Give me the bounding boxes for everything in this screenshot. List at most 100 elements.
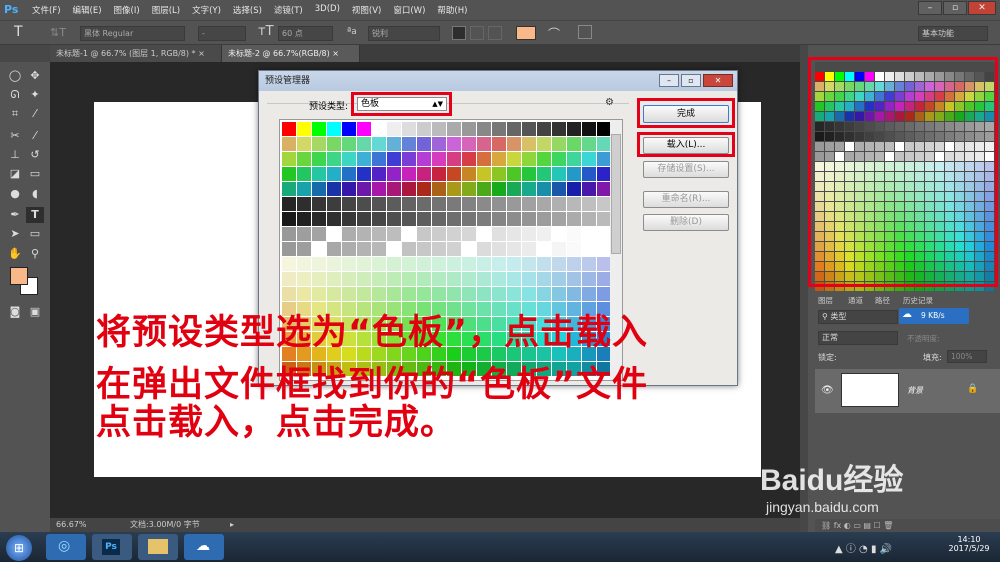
preset-swatch[interactable]: [477, 242, 491, 256]
preset-swatch[interactable]: [327, 122, 341, 136]
preset-swatch[interactable]: [582, 227, 596, 241]
preset-swatch[interactable]: [297, 212, 311, 226]
font-family-select[interactable]: 黑体 Regular: [80, 26, 185, 41]
preset-swatch[interactable]: [552, 227, 566, 241]
preset-swatch[interactable]: [522, 152, 536, 166]
preset-swatch[interactable]: [567, 272, 581, 286]
preset-swatch[interactable]: [327, 137, 341, 151]
preset-swatch[interactable]: [372, 257, 386, 271]
warp-text-icon[interactable]: ⌒: [548, 25, 560, 42]
preset-swatch[interactable]: [312, 137, 326, 151]
preset-swatch[interactable]: [432, 227, 446, 241]
preset-swatch[interactable]: [567, 212, 581, 226]
preset-swatch[interactable]: [447, 257, 461, 271]
preset-swatch[interactable]: [507, 257, 521, 271]
align-left-icon[interactable]: [452, 26, 466, 40]
preset-swatch[interactable]: [387, 122, 401, 136]
preset-swatch[interactable]: [297, 257, 311, 271]
preset-swatch[interactable]: [402, 287, 416, 301]
preset-swatch[interactable]: [327, 152, 341, 166]
preset-swatch[interactable]: [447, 242, 461, 256]
screen-mode-icon[interactable]: ▣: [26, 304, 44, 320]
zoom-level[interactable]: 66.67%: [56, 518, 87, 532]
preset-swatch[interactable]: [357, 152, 371, 166]
character-panel-icon[interactable]: [578, 25, 592, 39]
preset-swatch[interactable]: [582, 287, 596, 301]
dialog-minimize-button[interactable]: –: [659, 74, 679, 87]
tab-document-1[interactable]: 未标题-1 @ 66.7% (图层 1, RGB/8) * ×: [50, 45, 222, 62]
preset-swatch[interactable]: [327, 272, 341, 286]
restore-button[interactable]: ▫: [943, 1, 967, 15]
preset-swatch[interactable]: [552, 167, 566, 181]
preset-swatch[interactable]: [282, 122, 296, 136]
preset-swatch[interactable]: [417, 257, 431, 271]
preset-swatch[interactable]: [522, 137, 536, 151]
preset-swatch[interactable]: [597, 122, 611, 136]
text-tool-icon[interactable]: T: [14, 24, 23, 40]
clock[interactable]: 14:10 2017/5/29: [944, 535, 994, 553]
cloud-taskbar-icon[interactable]: ☁: [184, 534, 224, 560]
preset-swatch[interactable]: [462, 152, 476, 166]
preset-swatch[interactable]: [312, 227, 326, 241]
preset-swatch[interactable]: [297, 152, 311, 166]
dialog-close-button[interactable]: ✕: [703, 74, 733, 87]
preset-swatch[interactable]: [432, 212, 446, 226]
preset-swatch[interactable]: [282, 212, 296, 226]
pen-tool-icon[interactable]: ✒: [6, 207, 24, 223]
preset-swatch[interactable]: [537, 182, 551, 196]
preset-swatch[interactable]: [567, 257, 581, 271]
preset-swatch[interactable]: [312, 257, 326, 271]
layers-tab-0[interactable]: 图层: [818, 295, 833, 307]
preset-swatch[interactable]: [327, 197, 341, 211]
preset-swatch[interactable]: [402, 182, 416, 196]
preset-swatch[interactable]: [387, 227, 401, 241]
fill-input[interactable]: 100%: [947, 350, 987, 363]
preset-swatch[interactable]: [357, 257, 371, 271]
menu-item-8[interactable]: 视图(V): [346, 4, 387, 16]
preset-swatch[interactable]: [372, 122, 386, 136]
preset-swatch[interactable]: [432, 287, 446, 301]
preset-swatch[interactable]: [507, 212, 521, 226]
preset-swatch[interactable]: [417, 287, 431, 301]
preset-swatch[interactable]: [417, 182, 431, 196]
preset-swatch[interactable]: [507, 182, 521, 196]
preset-swatch[interactable]: [492, 152, 506, 166]
preset-swatch[interactable]: [357, 137, 371, 151]
menu-item-2[interactable]: 图像(I): [108, 4, 146, 16]
preset-swatch[interactable]: [462, 227, 476, 241]
preset-swatch[interactable]: [402, 257, 416, 271]
preset-swatch[interactable]: [597, 152, 611, 166]
zoom-tool-icon[interactable]: ⚲: [26, 246, 44, 262]
preset-swatch[interactable]: [477, 212, 491, 226]
preset-swatch[interactable]: [597, 197, 611, 211]
preset-swatch[interactable]: [327, 227, 341, 241]
menu-item-9[interactable]: 窗口(W): [387, 4, 431, 16]
preset-swatch[interactable]: [372, 212, 386, 226]
preset-swatch[interactable]: [357, 212, 371, 226]
preset-swatch[interactable]: [552, 287, 566, 301]
preset-swatch[interactable]: [432, 182, 446, 196]
rename-button[interactable]: 重命名(R)...: [643, 191, 729, 208]
preset-swatch[interactable]: [312, 212, 326, 226]
preset-swatch[interactable]: [567, 287, 581, 301]
lasso-tool-icon[interactable]: ᘏ: [6, 87, 24, 103]
eye-icon[interactable]: 👁: [821, 385, 834, 396]
preset-swatch[interactable]: [342, 167, 356, 181]
preset-swatch[interactable]: [507, 227, 521, 241]
close-button[interactable]: ✕: [968, 1, 996, 15]
preset-swatch[interactable]: [357, 287, 371, 301]
preset-swatch[interactable]: [282, 197, 296, 211]
preset-swatch[interactable]: [387, 257, 401, 271]
preset-swatch[interactable]: [522, 197, 536, 211]
preset-swatch[interactable]: [282, 242, 296, 256]
preset-swatch[interactable]: [282, 272, 296, 286]
preset-swatch[interactable]: [357, 197, 371, 211]
preset-swatch[interactable]: [462, 167, 476, 181]
preset-swatch[interactable]: [492, 272, 506, 286]
preset-swatch[interactable]: [342, 242, 356, 256]
dodge-tool-icon[interactable]: ◖: [26, 186, 44, 202]
preset-swatch[interactable]: [507, 152, 521, 166]
preset-swatch[interactable]: [447, 152, 461, 166]
preset-swatch[interactable]: [462, 197, 476, 211]
preset-swatch[interactable]: [492, 182, 506, 196]
